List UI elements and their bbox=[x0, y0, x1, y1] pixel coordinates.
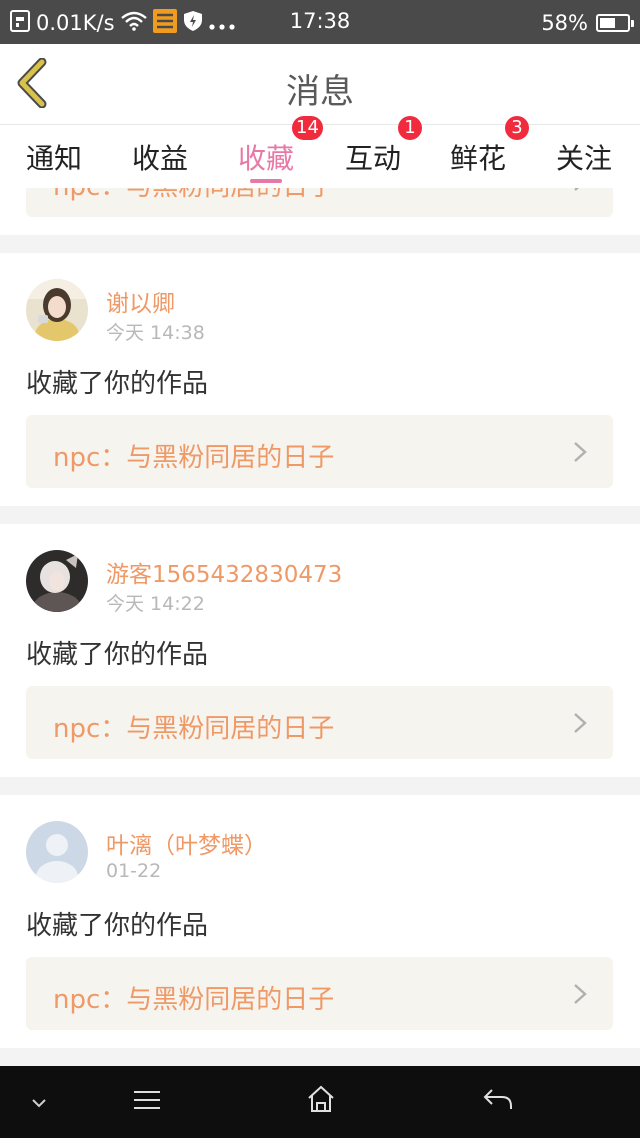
avatar[interactable] bbox=[26, 821, 88, 883]
work-title: npc：与黑粉同居的日子 bbox=[53, 188, 334, 203]
user-name[interactable]: 谢以卿 bbox=[106, 284, 175, 318]
interactions-badge: 1 bbox=[398, 116, 422, 140]
action-text: 收藏了你的作品 bbox=[26, 369, 209, 399]
chevron-right-icon bbox=[574, 713, 587, 733]
timestamp: 今天 14:38 bbox=[106, 322, 205, 344]
message-card-partial: npc：与黑粉同居的日子 bbox=[0, 188, 640, 235]
user-name[interactable]: 叶漓（叶梦蝶） bbox=[106, 826, 267, 860]
status-bar: 0.01K/s 17:38 58% bbox=[0, 0, 640, 44]
home-button[interactable] bbox=[306, 1084, 336, 1118]
home-icon bbox=[308, 1085, 334, 1112]
tab-favorites[interactable]: 收藏 bbox=[238, 137, 294, 177]
status-right: 58% bbox=[541, 9, 634, 37]
battery-level bbox=[600, 18, 616, 28]
battery-icon bbox=[596, 14, 634, 32]
work-link[interactable]: npc：与黑粉同居的日子 bbox=[26, 686, 613, 759]
default-avatar-icon bbox=[26, 821, 88, 883]
work-link[interactable]: npc：与黑粉同居的日子 bbox=[26, 415, 613, 488]
work-title: npc：与黑粉同居的日子 bbox=[53, 985, 335, 1015]
work-title: npc：与黑粉同居的日子 bbox=[53, 443, 335, 473]
chevron-right-icon bbox=[574, 188, 580, 191]
chevron-down-icon bbox=[32, 1099, 46, 1108]
message-card: 游客1565432830473 今天 14:22 收藏了你的作品 npc：与黑粉… bbox=[0, 524, 640, 777]
menu-button[interactable] bbox=[132, 1088, 162, 1116]
action-text: 收藏了你的作品 bbox=[26, 911, 209, 941]
tab-follows[interactable]: 关注 bbox=[556, 137, 612, 177]
timestamp: 01-22 bbox=[106, 860, 162, 882]
battery-percentage: 58% bbox=[541, 11, 588, 35]
tab-earnings[interactable]: 收益 bbox=[132, 137, 188, 177]
navigation-bar: 消息 bbox=[0, 44, 640, 124]
chevron-right-icon bbox=[574, 442, 587, 462]
avatar[interactable] bbox=[26, 279, 88, 341]
action-text: 收藏了你的作品 bbox=[26, 640, 209, 670]
work-link[interactable]: npc：与黑粉同居的日子 bbox=[26, 957, 613, 1030]
return-icon bbox=[483, 1089, 512, 1109]
collapse-button[interactable] bbox=[30, 1094, 48, 1113]
flowers-badge: 3 bbox=[505, 116, 529, 140]
message-list: npc：与黑粉同居的日子 谢以卿 今天 14:38 收藏了你的作品 npc：与黑… bbox=[0, 188, 640, 1066]
user-name[interactable]: 游客1565432830473 bbox=[106, 555, 342, 589]
menu-icon bbox=[134, 1091, 160, 1109]
message-card: 叶漓（叶梦蝶） 01-22 收藏了你的作品 npc：与黑粉同居的日子 bbox=[0, 795, 640, 1048]
work-title: npc：与黑粉同居的日子 bbox=[53, 714, 335, 744]
chevron-right-icon bbox=[574, 984, 587, 1004]
tab-flowers[interactable]: 鲜花 bbox=[450, 137, 506, 177]
page-title: 消息 bbox=[286, 72, 354, 112]
timestamp: 今天 14:22 bbox=[106, 593, 205, 615]
avatar[interactable] bbox=[26, 550, 88, 612]
active-tab-indicator bbox=[250, 179, 282, 183]
tab-interactions[interactable]: 互动 bbox=[345, 137, 401, 177]
system-navigation-bar bbox=[0, 1066, 640, 1138]
back-system-button[interactable] bbox=[482, 1086, 514, 1116]
tab-notifications[interactable]: 通知 bbox=[26, 137, 82, 177]
favorites-badge: 14 bbox=[292, 116, 323, 140]
work-link[interactable]: npc：与黑粉同居的日子 bbox=[26, 188, 613, 217]
message-card: 谢以卿 今天 14:38 收藏了你的作品 npc：与黑粉同居的日子 bbox=[0, 253, 640, 506]
